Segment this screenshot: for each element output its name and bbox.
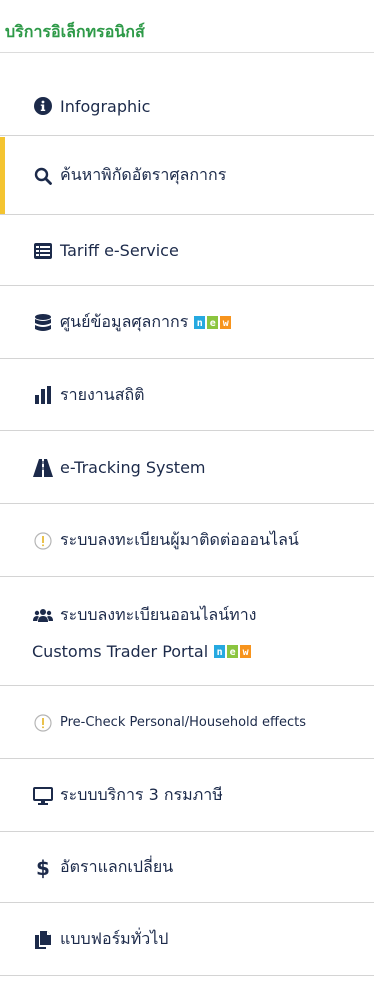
road-icon	[32, 457, 54, 479]
menu-item-label: ระบบลงทะเบียนออนไลน์ทาง	[60, 604, 257, 624]
menu-item-label: ศูนย์ข้อมูลศุลกากร	[60, 312, 189, 331]
info-circle-icon	[32, 95, 54, 117]
menu-item-pre-check[interactable]: Pre-Check Personal/Household effects	[0, 687, 374, 759]
menu-item-label: ระบบบริการ 3 กรมภาษี	[60, 785, 223, 804]
menu-item-three-tax-departments[interactable]: ระบบบริการ 3 กรมภาษี	[0, 760, 374, 832]
dollar-icon: $	[36, 855, 50, 880]
users-icon	[32, 604, 54, 626]
menu-item-customs-data-center[interactable]: ศูนย์ข้อมูลศุลกากร new	[0, 287, 374, 359]
menu-item-label: แบบฟอร์มทั่วไป	[60, 929, 169, 948]
search-icon	[32, 165, 54, 187]
bar-chart-icon	[32, 384, 54, 406]
new-badge: new	[213, 643, 253, 659]
menu-item-exchange-rate[interactable]: $ อัตราแลกเปลี่ยน	[0, 833, 374, 903]
menu-item-label: ระบบลงทะเบียนผู้มาติดต่อออนไลน์	[60, 530, 299, 549]
menu-title: บริการอิเล็กทรอนิกส์	[5, 22, 145, 41]
menu-item-customs-trader-portal[interactable]: ระบบลงทะเบียนออนไลน์ทาง Customs Trader P…	[0, 578, 374, 686]
new-badge: new	[193, 315, 233, 330]
menu-item-e-tracking[interactable]: e-Tracking System	[0, 432, 374, 504]
documents-icon	[32, 929, 54, 951]
exclamation-circle-icon	[32, 712, 54, 734]
title-divider	[0, 52, 374, 53]
monitor-icon	[32, 785, 54, 807]
row-2: Customs Trader Portal new	[32, 641, 253, 661]
menu-item-label: Tariff e-Service	[60, 241, 179, 260]
exclamation-circle-icon	[32, 530, 54, 552]
active-indicator	[0, 137, 5, 214]
menu-item-statistics-report[interactable]: รายงานสถิติ	[0, 360, 374, 431]
menu-item-label: Pre-Check Personal/Household effects	[60, 715, 307, 730]
menu-item-label: รายงานสถิติ	[60, 384, 145, 404]
menu-item-label: Infographic	[60, 96, 151, 116]
database-icon	[32, 312, 54, 334]
menu-item-label: ค้นหาพิกัดอัตราศุลกากร	[60, 165, 227, 184]
menu-item-general-forms[interactable]: แบบฟอร์มทั่วไป	[0, 904, 374, 976]
menu-item-label-2: Customs Trader Portal	[32, 641, 209, 661]
menu-item-search-tariff[interactable]: ค้นหาพิกัดอัตราศุลกากร	[0, 137, 374, 215]
menu-item-tariff-e-service[interactable]: Tariff e-Service	[0, 216, 374, 286]
menu-item-visitor-registration[interactable]: ระบบลงทะเบียนผู้มาติดต่อออนไลน์	[0, 505, 374, 577]
e-service-menu: บริการอิเล็กทรอนิกส์ Infographic ค้นหาพิ…	[0, 0, 374, 981]
list-table-icon	[32, 240, 54, 262]
menu-item-infographic[interactable]: Infographic	[0, 77, 374, 136]
row-1: ระบบลงทะเบียนออนไลน์ทาง	[32, 603, 256, 628]
menu-item-label: อัตราแลกเปลี่ยน	[60, 857, 174, 876]
menu-item-label: e-Tracking System	[60, 458, 206, 477]
